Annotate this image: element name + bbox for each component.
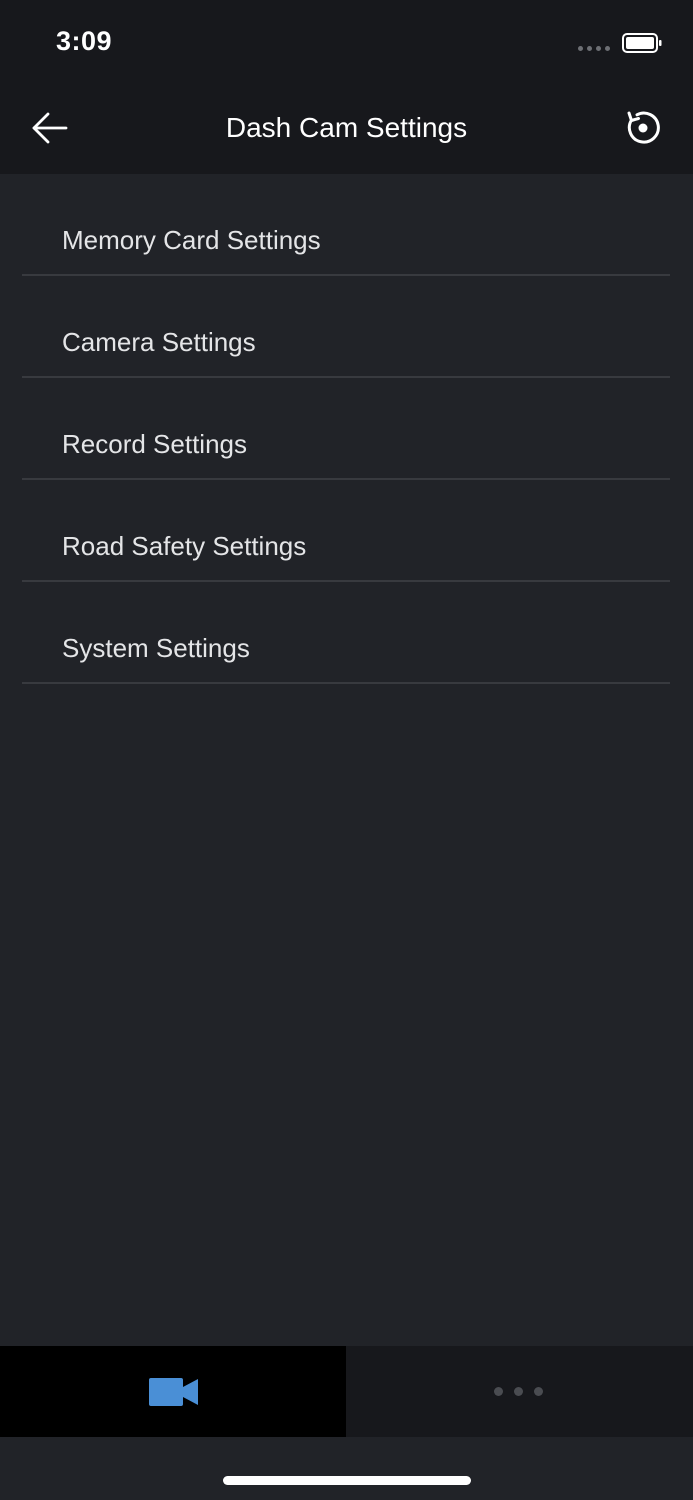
tab-bar xyxy=(0,1346,693,1437)
system-settings-item[interactable]: System Settings xyxy=(0,582,693,684)
status-bar: 3:09 xyxy=(0,0,693,84)
home-indicator-area xyxy=(0,1437,693,1500)
list-item-label: Memory Card Settings xyxy=(62,225,321,255)
tab-dashcam[interactable] xyxy=(0,1346,346,1437)
list-item-label: Road Safety Settings xyxy=(62,531,307,561)
settings-list: Memory Card Settings Camera Settings Rec… xyxy=(0,174,693,684)
record-settings-item[interactable]: Record Settings xyxy=(0,378,693,480)
nav-bar: Dash Cam Settings xyxy=(0,84,693,174)
camera-settings-item[interactable]: Camera Settings xyxy=(0,276,693,378)
page-title: Dash Cam Settings xyxy=(225,112,468,143)
arrow-left-icon xyxy=(32,112,68,144)
video-camera-icon xyxy=(149,1378,198,1406)
back-button[interactable] xyxy=(28,106,72,150)
road-safety-settings-item[interactable]: Road Safety Settings xyxy=(0,480,693,582)
more-dots-icon xyxy=(494,1387,543,1396)
list-item-label: Record Settings xyxy=(62,429,247,459)
list-item-label: System Settings xyxy=(62,633,250,663)
reset-circle-icon xyxy=(627,111,660,144)
signal-icon xyxy=(578,46,610,51)
status-time: 3:09 xyxy=(56,26,113,56)
memory-card-settings-item[interactable]: Memory Card Settings xyxy=(0,174,693,276)
reset-button[interactable] xyxy=(621,106,665,150)
battery-icon xyxy=(622,33,662,53)
list-item-label: Camera Settings xyxy=(62,327,256,357)
home-indicator[interactable] xyxy=(223,1476,471,1485)
